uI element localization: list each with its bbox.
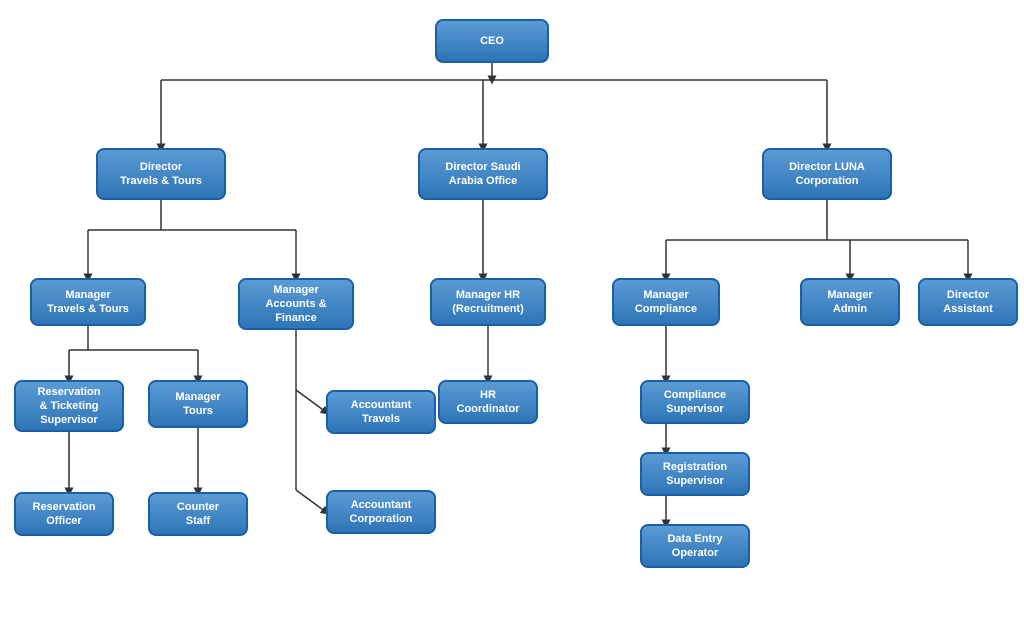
node-data-entry: Data EntryOperator <box>640 524 750 568</box>
node-mgr-hr: Manager HR(Recruitment) <box>430 278 546 326</box>
node-dir-sa: Director SaudiArabia Office <box>418 148 548 200</box>
node-dir-asst: DirectorAssistant <box>918 278 1018 326</box>
node-dir-luna: Director LUNACorporation <box>762 148 892 200</box>
node-mgr-admin: ManagerAdmin <box>800 278 900 326</box>
node-mgr-tt: ManagerTravels & Tours <box>30 278 146 326</box>
node-res-tick: Reservation& TicketingSupervisor <box>14 380 124 432</box>
node-counter-staff: CounterStaff <box>148 492 248 536</box>
node-mgr-comp: ManagerCompliance <box>612 278 720 326</box>
node-comp-sup: ComplianceSupervisor <box>640 380 750 424</box>
org-chart: CEO DirectorTravels & Tours Director Sau… <box>0 0 1024 630</box>
node-hr-coord: HRCoordinator <box>438 380 538 424</box>
node-mgr-tours: ManagerTours <box>148 380 248 428</box>
node-ceo: CEO <box>435 19 549 63</box>
node-mgr-af: ManagerAccounts &Finance <box>238 278 354 330</box>
node-dir-tt: DirectorTravels & Tours <box>96 148 226 200</box>
node-acc-travels: AccountantTravels <box>326 390 436 434</box>
node-res-officer: ReservationOfficer <box>14 492 114 536</box>
node-acc-corp: AccountantCorporation <box>326 490 436 534</box>
node-reg-sup: RegistrationSupervisor <box>640 452 750 496</box>
